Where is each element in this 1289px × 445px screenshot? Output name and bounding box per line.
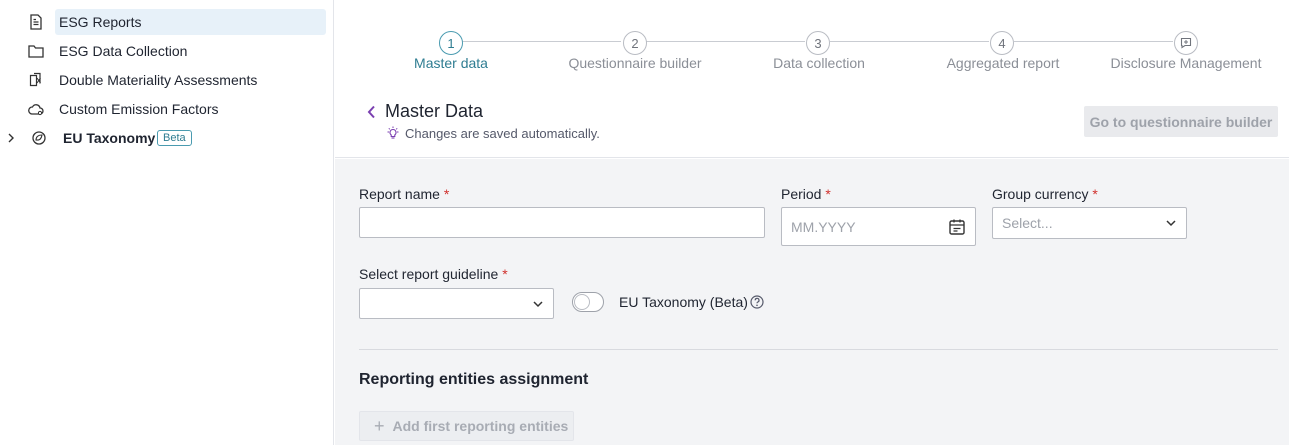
group-currency-label: Group currency * — [992, 186, 1098, 202]
calendar-icon[interactable] — [948, 218, 966, 236]
step-5-circle[interactable] — [1174, 31, 1198, 55]
toggle-knob — [574, 294, 590, 310]
beta-badge: Beta — [157, 130, 192, 146]
required-marker: * — [443, 186, 450, 202]
lightbulb-icon — [386, 125, 400, 141]
page-title: Master Data — [385, 101, 484, 121]
stepper-connector — [646, 41, 805, 42]
sidebar-item-custom-emission-factors[interactable]: Custom Emission Factors — [0, 96, 334, 122]
master-data-form: Report name * Period * Group currency * … — [335, 159, 1289, 445]
report-name-label-text: Report name — [359, 186, 440, 202]
required-marker: * — [825, 186, 831, 202]
step-4-circle[interactable]: 4 — [990, 31, 1014, 55]
eu-taxonomy-toggle[interactable] — [572, 292, 604, 312]
folder-icon — [27, 38, 45, 64]
sidebar-item-esg-data-collection[interactable]: ESG Data Collection — [0, 38, 334, 64]
go-to-questionnaire-builder-button[interactable]: Go to questionnaire builder — [1084, 106, 1278, 137]
group-currency-select[interactable]: Select... — [992, 207, 1187, 239]
back-chevron-icon[interactable] — [364, 101, 378, 123]
period-field[interactable] — [781, 207, 976, 246]
required-marker: * — [502, 266, 508, 282]
reporting-entities-title: Reporting entities assignment — [359, 371, 589, 388]
eu-taxonomy-toggle-label: EU Taxonomy (Beta) — [619, 294, 748, 310]
sidebar-item-label: EU Taxonomy — [63, 130, 156, 146]
sidebar-item-esg-reports[interactable]: ESG Reports — [0, 9, 334, 35]
report-name-label: Report name * — [359, 186, 449, 202]
chevron-right-icon[interactable] — [5, 125, 17, 151]
sidebar-item-eu-taxonomy[interactable]: EU Taxonomy Beta — [0, 125, 334, 151]
step-label-data-collection[interactable]: Data collection — [773, 55, 865, 71]
stepper-connector — [1014, 41, 1173, 42]
chevron-down-icon[interactable] — [532, 289, 544, 319]
stepper-connector — [830, 41, 989, 42]
step-3-circle[interactable]: 3 — [806, 31, 830, 55]
cloud-icon — [27, 96, 45, 122]
step-label-disclosure-management[interactable]: Disclosure Management — [1111, 55, 1262, 71]
sidebar-item-label: ESG Data Collection — [59, 43, 188, 59]
help-icon[interactable] — [750, 295, 764, 309]
sidebar: ESG Reports ESG Data Collection Double M… — [0, 0, 334, 445]
step-2-circle[interactable]: 2 — [623, 31, 647, 55]
group-currency-placeholder: Select... — [1002, 215, 1053, 231]
step-1-circle[interactable]: 1 — [439, 31, 463, 55]
sidebar-item-label: ESG Reports — [59, 14, 142, 30]
autosave-notice: Changes are saved automatically. — [405, 126, 600, 141]
guideline-label-text: Select report guideline — [359, 266, 499, 282]
step-label-questionnaire-builder[interactable]: Questionnaire builder — [568, 55, 701, 71]
guideline-label: Select report guideline * — [359, 266, 508, 282]
required-marker: * — [1092, 186, 1098, 202]
step-label-master-data[interactable]: Master data — [414, 55, 488, 71]
step-label-aggregated-report[interactable]: Aggregated report — [947, 55, 1060, 71]
add-reporting-entities-button[interactable]: + Add first reporting entities — [359, 411, 574, 441]
report-name-input[interactable] — [359, 207, 765, 238]
leaf-globe-icon — [30, 125, 48, 151]
main-content: 1 2 3 4 Master data Questionnaire builde… — [335, 0, 1289, 445]
files-icon — [27, 67, 45, 93]
add-reporting-entities-label: Add first reporting entities — [392, 418, 569, 434]
sidebar-item-label: Custom Emission Factors — [59, 101, 219, 117]
plus-icon: + — [374, 415, 385, 436]
report-guideline-select[interactable] — [359, 288, 554, 319]
period-label-text: Period — [781, 186, 822, 202]
chevron-down-icon[interactable] — [1165, 208, 1177, 238]
sidebar-item-double-materiality[interactable]: Double Materiality Assessments — [0, 67, 334, 93]
document-icon — [27, 9, 45, 35]
section-divider — [359, 349, 1278, 350]
comment-icon — [1180, 37, 1192, 49]
page-header: 1 2 3 4 Master data Questionnaire builde… — [335, 0, 1289, 158]
period-label: Period * — [781, 186, 831, 202]
sidebar-item-label: Double Materiality Assessments — [59, 72, 258, 88]
stepper-connector — [462, 41, 621, 42]
period-input[interactable] — [782, 208, 942, 245]
group-currency-label-text: Group currency — [992, 186, 1089, 202]
